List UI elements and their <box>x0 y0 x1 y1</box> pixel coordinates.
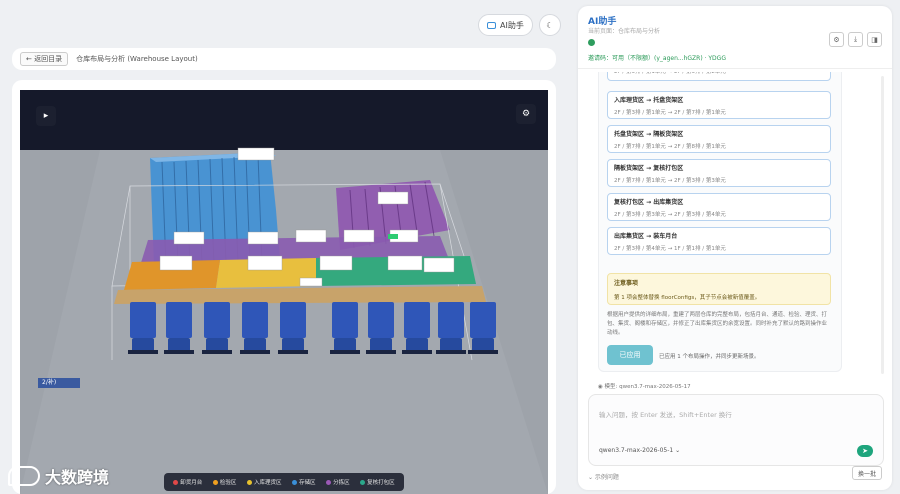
legend-dot <box>246 479 252 485</box>
ai-assistant-panel: AI助手 当前页面：仓库布局与分析 邀请码：可用（不限额）(y_agen...h… <box>578 6 892 490</box>
ai-assistant-button[interactable]: AI助手 <box>478 14 533 36</box>
legend-dot <box>173 479 179 485</box>
legend-dot <box>326 479 332 485</box>
message-list[interactable]: 注意事项 第 1 项会整体替换 floorConfigs，其子节点会被新值覆盖。… <box>592 72 882 378</box>
legend-item: 分拣区 <box>326 478 350 486</box>
refresh-examples-button[interactable]: 换一批 <box>851 466 882 480</box>
route-step: 复核打包区 → 出库集货区 2F / 第3排 / 第3单元 → 2F / 第3排 … <box>607 193 831 221</box>
send-button[interactable]: ➤ <box>857 445 873 457</box>
applied-note: 已应用 1 个布局操作，并同步更新场景。 <box>659 354 760 360</box>
collapse-panel-button[interactable]: ◨ <box>867 32 882 47</box>
warehouse-3d-view[interactable]: ▸ ⚙ 2/补) 卸货月台 检验区 入库理货区 存储区 分拣区 复核打包区 <box>20 90 548 494</box>
chat-icon <box>487 21 496 29</box>
legend-item: 卸货月台 <box>173 478 202 486</box>
model-line: ◉ 模型: qwen3.7-max-2026-05-17 <box>598 384 691 390</box>
route-step: 托盘货架区 → 隔板货架区 2F / 第7排 / 第1单元 → 2F / 第8排 … <box>607 125 831 153</box>
floor-label: 2/补) <box>38 378 80 388</box>
route-step: 入库理货区 → 托盘货架区 2F / 第3排 / 第1单元 → 2F / 第7排 … <box>607 91 831 119</box>
moon-icon: ☾ <box>546 20 554 30</box>
route-step: 2F / 第3排 / 第1单元 → 2F / 第3排 / 第2单元 <box>607 72 831 81</box>
legend-item: 入库理货区 <box>246 478 281 486</box>
legend-item: 检验区 <box>212 478 236 486</box>
scene-card: ▸ ⚙ 2/补) 卸货月台 检验区 入库理货区 存储区 分拣区 复核打包区 <box>12 80 556 494</box>
legend-item: 复核打包区 <box>360 478 395 486</box>
route-step: 出库集货区 → 装车月台 2F / 第3排 / 第4单元 → 1F / 第1排 /… <box>607 227 831 255</box>
page-title: 仓库布局与分析 (Warehouse Layout) <box>76 55 198 63</box>
send-icon: ➤ <box>862 447 868 455</box>
legend-dot <box>212 479 218 485</box>
download-button[interactable]: ⤓ <box>848 32 863 47</box>
legend-item: 存储区 <box>292 478 316 486</box>
gear-icon: ⚙ <box>833 35 840 44</box>
route-step: 隔板货架区 → 复核打包区 2F / 第7排 / 第1单元 → 2F / 第3排 … <box>607 159 831 187</box>
sidebar-icon: ◨ <box>871 35 878 44</box>
watermark: 大数跨境 <box>8 464 109 488</box>
play-icon: ▸ <box>43 111 49 121</box>
notice-box: 注意事项 第 1 项会整体替换 floorConfigs，其子节点会被新值覆盖。 <box>607 273 831 305</box>
gear-icon: ⚙ <box>521 109 531 119</box>
back-button[interactable]: ← 返回目录 <box>20 52 69 66</box>
model-select[interactable]: qwen3.7-max-2026-05-1 ⌄ <box>599 447 680 454</box>
ai-panel-subtitle: 当前页面：仓库布局与分析 <box>588 28 661 35</box>
legend-dot <box>292 479 298 485</box>
input-placeholder: 输入问题，按 Enter 发送，Shift+Enter 换行 <box>599 411 732 419</box>
settings-button[interactable]: ⚙ <box>829 32 844 47</box>
theme-toggle-button[interactable]: ☾ <box>538 14 561 36</box>
status-ok-icon <box>588 39 595 46</box>
chat-input[interactable]: 输入问题，按 Enter 发送，Shift+Enter 换行 qwen3.7-m… <box>588 394 884 466</box>
assistant-message: 注意事项 第 1 项会整体替换 floorConfigs，其子节点会被新值覆盖。… <box>598 72 842 372</box>
zone-legend: 卸货月台 检验区 入库理货区 存储区 分拣区 复核打包区 <box>164 473 404 491</box>
warehouse-render <box>20 90 548 494</box>
applied-button[interactable]: 已应用 <box>607 345 653 365</box>
legend-dot <box>360 479 366 485</box>
invite-key-line: 邀请码：可用（不限额）(y_agen...hGZR) · YDGG <box>588 55 726 62</box>
examples-toggle[interactable]: ⌄ 示例问题 <box>588 472 619 481</box>
settings-button[interactable]: ⚙ <box>516 104 536 124</box>
brand-logo-icon <box>8 466 40 486</box>
navbar: ← 返回目录 仓库布局与分析 (Warehouse Layout) <box>12 48 556 70</box>
summary-text: 根据用户提供的详细布局，重建了两层仓库的完整布局，包括月台、通道、检验、理货、打… <box>607 312 828 336</box>
expand-panel-button[interactable]: ▸ <box>36 106 56 126</box>
scrollbar[interactable] <box>881 76 884 374</box>
download-icon: ⤓ <box>853 35 858 43</box>
